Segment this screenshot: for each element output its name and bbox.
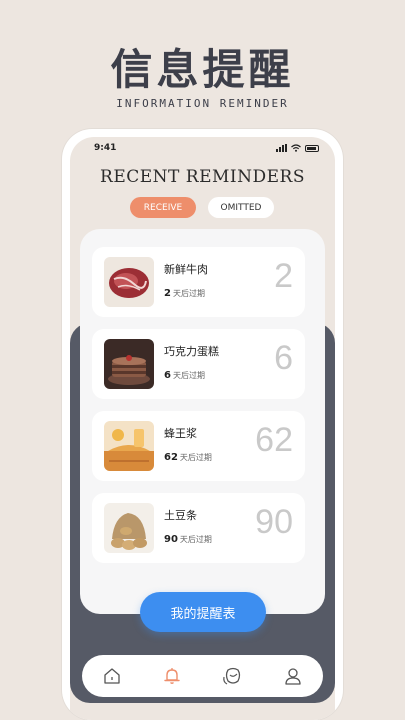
food-name: 新鲜牛肉 [164, 263, 208, 276]
home-icon [104, 668, 120, 684]
royal-jelly-image [104, 421, 154, 471]
screen-title: RECENT REMINDERS [100, 167, 305, 187]
days-remaining: 2 天后过期 [164, 288, 205, 299]
nav-discover[interactable] [218, 661, 248, 691]
days-big-number: 6 [274, 339, 293, 377]
days-remaining: 62 天后过期 [164, 452, 212, 463]
tab-omitted[interactable]: OMITTED [208, 197, 274, 218]
beef-image [104, 257, 154, 307]
signal-icon [276, 144, 287, 152]
bottom-nav [82, 655, 323, 697]
days-big-number: 2 [274, 257, 293, 295]
chocolate-cake-image [104, 339, 154, 389]
days-big-number: 62 [255, 421, 293, 459]
days-big-number: 90 [255, 503, 293, 541]
nav-profile[interactable] [278, 661, 308, 691]
profile-face-icon [222, 667, 240, 685]
tab-receive[interactable]: RECEIVE [130, 197, 196, 218]
phone-frame: 9:41 RECENT REMINDERS RECEIVE OMITTED 新鲜… [62, 129, 343, 720]
food-name: 土豆条 [164, 509, 197, 522]
reminder-card[interactable]: 新鲜牛肉 2 天后过期 2 [92, 247, 305, 317]
hero-subtitle: INFORMATION REMINDER [116, 97, 289, 110]
reminder-card[interactable]: 巧克力蛋糕 6 天后过期 6 [92, 329, 305, 399]
reminder-card[interactable]: 土豆条 90 天后过期 90 [92, 493, 305, 563]
food-name: 巧克力蛋糕 [164, 345, 219, 358]
wifi-icon [291, 144, 301, 152]
potatoes-image [104, 503, 154, 553]
status-bar: 9:41 [70, 141, 335, 155]
nav-reminders[interactable] [157, 661, 187, 691]
days-remaining: 90 天后过期 [164, 534, 212, 545]
user-icon [285, 668, 301, 685]
my-reminders-button[interactable]: 我的提醒表 [140, 592, 266, 632]
status-icons [276, 144, 319, 152]
battery-icon [305, 145, 319, 152]
days-remaining: 6 天后过期 [164, 370, 205, 381]
nav-home[interactable] [97, 661, 127, 691]
bell-icon [164, 668, 181, 684]
food-name: 蜂王浆 [164, 427, 197, 440]
app-screen: 9:41 RECENT REMINDERS RECEIVE OMITTED 新鲜… [70, 137, 335, 720]
reminder-list: 新鲜牛肉 2 天后过期 2 巧克力蛋糕 6 天后过期 6 蜂王浆 62 天后过期… [80, 229, 325, 614]
reminder-card[interactable]: 蜂王浆 62 天后过期 62 [92, 411, 305, 481]
hero-title: 信息提醒 [110, 45, 295, 94]
status-time: 9:41 [94, 143, 117, 153]
